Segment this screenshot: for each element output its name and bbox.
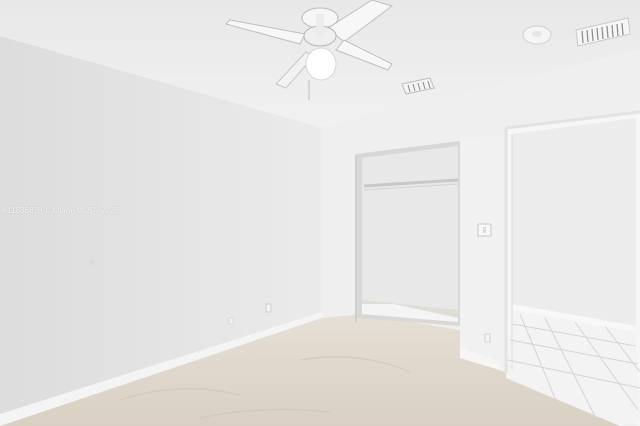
wall-outlet-left <box>265 303 272 313</box>
smoke-detector <box>522 25 552 45</box>
electrical-outlet <box>484 333 491 343</box>
doorway <box>504 110 640 426</box>
watermark: A11836839 © Miami MLS® 2025 <box>2 206 119 215</box>
closet <box>355 141 461 326</box>
room-photo: A11836839 © Miami MLS® 2025 <box>0 0 640 426</box>
